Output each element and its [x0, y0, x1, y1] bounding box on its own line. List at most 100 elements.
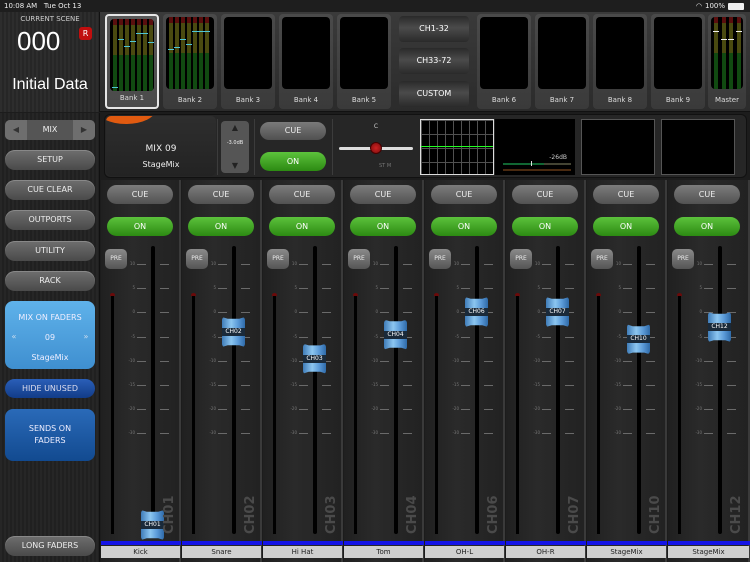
fader-cap[interactable]: CH10: [627, 324, 650, 355]
cue-button[interactable]: CUE: [674, 185, 740, 204]
fader-track[interactable]: [718, 246, 722, 534]
fader-cap[interactable]: CH03: [303, 343, 326, 374]
on-button[interactable]: ON: [188, 217, 254, 236]
mix-on-button[interactable]: ON: [260, 152, 326, 171]
bank-bank-7[interactable]: Bank 7: [535, 14, 589, 109]
pre-button[interactable]: PRE: [591, 249, 613, 269]
bank-bank-8[interactable]: Bank 8: [593, 14, 647, 109]
bank-bank-2[interactable]: Bank 2: [163, 14, 217, 109]
bank-master[interactable]: Master: [708, 14, 746, 109]
bank-meter: [199, 17, 203, 89]
bank-meter: [736, 17, 741, 89]
cue-button[interactable]: CUE: [188, 185, 254, 204]
on-button[interactable]: ON: [107, 217, 173, 236]
rack-button[interactable]: RACK: [5, 271, 95, 291]
hide-unused-button[interactable]: HIDE UNUSED: [5, 379, 95, 398]
empty-display-1[interactable]: [581, 119, 655, 175]
fader-track[interactable]: [475, 246, 479, 534]
bank-label: Bank 8: [607, 96, 633, 104]
fader-scale-tick: [403, 288, 412, 289]
fader-cap[interactable]: CH07: [546, 297, 569, 327]
fader-scale-tick: [461, 264, 470, 265]
pre-button[interactable]: PRE: [348, 249, 370, 269]
channel-group-ch33-72[interactable]: CH33-72: [399, 48, 469, 74]
eq-curve: [421, 146, 493, 147]
cue-button[interactable]: CUE: [593, 185, 659, 204]
channel-group-custom[interactable]: CUSTOM: [399, 81, 469, 107]
fader-scale-label: -10: [614, 358, 621, 363]
pre-button[interactable]: PRE: [672, 249, 694, 269]
cue-button[interactable]: CUE: [269, 185, 335, 204]
triangle-up-icon[interactable]: ▲: [221, 121, 249, 135]
fader-track[interactable]: [232, 246, 236, 534]
read-only-badge: R: [79, 27, 92, 40]
setup-button[interactable]: SETUP: [5, 150, 95, 170]
channel-color-bar: [101, 541, 181, 545]
cue-button[interactable]: CUE: [512, 185, 578, 204]
utility-button[interactable]: UTILITY: [5, 241, 95, 261]
cue-clear-button[interactable]: CUE CLEAR: [5, 180, 95, 200]
channel-name[interactable]: Snare: [182, 546, 261, 558]
cue-button[interactable]: CUE: [431, 185, 497, 204]
outports-button[interactable]: OUTPORTS: [5, 210, 95, 230]
on-button[interactable]: ON: [431, 217, 497, 236]
fader-cap[interactable]: CH06: [465, 297, 488, 327]
bank-bank-5[interactable]: Bank 5: [337, 14, 391, 109]
fader-scale-tick: [241, 361, 250, 362]
fader-scale-tick: [484, 337, 493, 338]
on-button[interactable]: ON: [269, 217, 335, 236]
pre-button[interactable]: PRE: [510, 249, 532, 269]
channel-name[interactable]: StageMix: [668, 546, 749, 558]
on-button[interactable]: ON: [593, 217, 659, 236]
bank-bank-3[interactable]: Bank 3: [221, 14, 275, 109]
long-faders-button[interactable]: LONG FADERS: [5, 536, 95, 556]
on-button[interactable]: ON: [350, 217, 416, 236]
mix-selector-label[interactable]: MIX: [27, 120, 73, 140]
channel-name[interactable]: Tom: [344, 546, 423, 558]
triangle-left-icon[interactable]: ◀: [5, 120, 27, 140]
fader-cap[interactable]: CH01: [141, 510, 164, 540]
pre-button[interactable]: PRE: [105, 249, 127, 269]
double-chevron-right-icon[interactable]: »: [81, 332, 91, 341]
fader-track[interactable]: [151, 246, 155, 534]
fader-track[interactable]: [556, 246, 560, 534]
bank-bank-4[interactable]: Bank 4: [279, 14, 333, 109]
bank-bank-9[interactable]: Bank 9: [651, 14, 705, 109]
fader-track[interactable]: [394, 246, 398, 534]
mix-cue-button[interactable]: CUE: [260, 122, 326, 140]
bank-bank-1[interactable]: Bank 1: [105, 14, 159, 109]
channel-group-ch1-32[interactable]: CH1-32: [399, 16, 469, 42]
on-button[interactable]: ON: [674, 217, 740, 236]
fader-cap[interactable]: CH02: [222, 317, 245, 347]
eq-display[interactable]: [420, 119, 494, 175]
pre-button[interactable]: PRE: [429, 249, 451, 269]
fader-scale-label: -30: [128, 430, 135, 435]
mix-on-faders-button[interactable]: MIX ON FADERS « 09 » StageMix: [5, 301, 95, 369]
empty-display-2[interactable]: [661, 119, 735, 175]
pre-button[interactable]: PRE: [267, 249, 289, 269]
sends-on-faders-button[interactable]: SENDS ON FADERS: [5, 409, 95, 461]
fader-scale-tick: [218, 288, 227, 289]
triangle-down-icon[interactable]: ▼: [221, 159, 249, 173]
pan-knob[interactable]: [370, 142, 382, 154]
channel-name[interactable]: OH-R: [506, 546, 585, 558]
on-button[interactable]: ON: [512, 217, 578, 236]
channel-name[interactable]: Kick: [101, 546, 180, 558]
fader-track[interactable]: [313, 246, 317, 534]
bank-bank-6[interactable]: Bank 6: [477, 14, 531, 109]
channel-name[interactable]: OH-L: [425, 546, 504, 558]
triangle-right-icon[interactable]: ▶: [73, 120, 95, 140]
cue-button[interactable]: CUE: [107, 185, 173, 204]
fader-cap[interactable]: CH04: [384, 319, 407, 350]
channel-name[interactable]: StageMix: [587, 546, 666, 558]
cue-button[interactable]: CUE: [350, 185, 416, 204]
mix-name-display[interactable]: MIX 09 StageMix: [106, 116, 216, 176]
dynamics-display[interactable]: -26dB: [495, 119, 575, 175]
fader-scale-tick: [403, 433, 412, 434]
current-scene-panel[interactable]: CURRENT SCENE 000 R Initial Data: [0, 12, 100, 112]
pre-button[interactable]: PRE: [186, 249, 208, 269]
fader-scale-tick: [542, 288, 551, 289]
fader-cap[interactable]: CH12: [708, 312, 731, 342]
channel-name[interactable]: Hi Hat: [263, 546, 342, 558]
fader-track[interactable]: [637, 246, 641, 534]
